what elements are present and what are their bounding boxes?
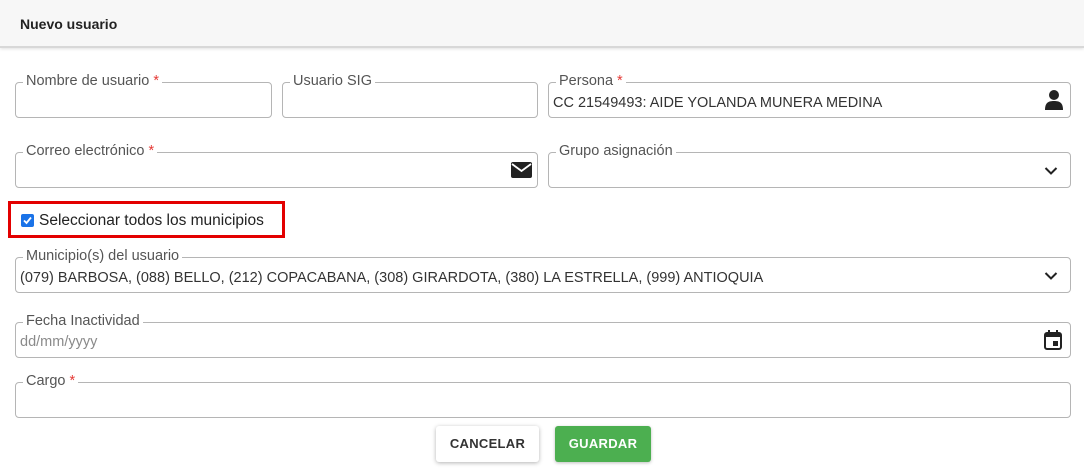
persona-value: CC 21549493: AIDE YOLANDA MUNERA MEDINA	[553, 95, 883, 111]
select-all-municipios-row[interactable]: Seleccionar todos los municipios	[8, 201, 285, 238]
select-all-municipios-checkbox[interactable]	[21, 214, 34, 227]
envelope-icon	[511, 162, 532, 182]
dialog-title: Nuevo usuario	[20, 16, 118, 32]
persona-field[interactable]: Persona * CC 21549493: AIDE YOLANDA MUNE…	[548, 72, 1071, 118]
fecha-inactividad-label: Fecha Inactividad	[23, 312, 143, 330]
user-icon[interactable]	[1044, 89, 1064, 110]
usuario-sig-field[interactable]: Usuario SIG	[282, 72, 538, 118]
calendar-icon[interactable]	[1044, 330, 1064, 350]
fecha-inactividad-placeholder: dd/mm/yyyy	[20, 334, 98, 350]
username-field[interactable]: Nombre de usuario *	[15, 72, 272, 118]
save-button[interactable]: GUARDAR	[555, 426, 651, 462]
email-label: Correo electrónico *	[23, 142, 158, 160]
persona-label: Persona *	[556, 72, 626, 90]
municipios-value: (079) BARBOSA, (088) BELLO, (212) COPACA…	[20, 270, 764, 286]
chevron-down-icon[interactable]	[1044, 163, 1064, 183]
chevron-down-icon[interactable]	[1044, 268, 1064, 288]
municipios-select[interactable]: Municipio(s) del usuario (079) BARBOSA, …	[15, 247, 1071, 293]
dialog-header: Nuevo usuario	[0, 0, 1084, 48]
cargo-label: Cargo *	[23, 372, 79, 390]
cargo-field[interactable]: Cargo *	[15, 372, 1071, 418]
cancel-button[interactable]: CANCELAR	[436, 426, 539, 462]
grupo-asignacion-select[interactable]: Grupo asignación	[548, 142, 1071, 188]
username-label: Nombre de usuario *	[23, 72, 163, 90]
email-field[interactable]: Correo electrónico *	[15, 142, 538, 188]
usuario-sig-label: Usuario SIG	[290, 72, 375, 90]
fecha-inactividad-field[interactable]: Fecha Inactividad dd/mm/yyyy	[15, 312, 1071, 358]
select-all-municipios-label[interactable]: Seleccionar todos los municipios	[39, 212, 264, 230]
municipios-label: Municipio(s) del usuario	[23, 247, 183, 265]
grupo-asignacion-label: Grupo asignación	[556, 142, 676, 160]
